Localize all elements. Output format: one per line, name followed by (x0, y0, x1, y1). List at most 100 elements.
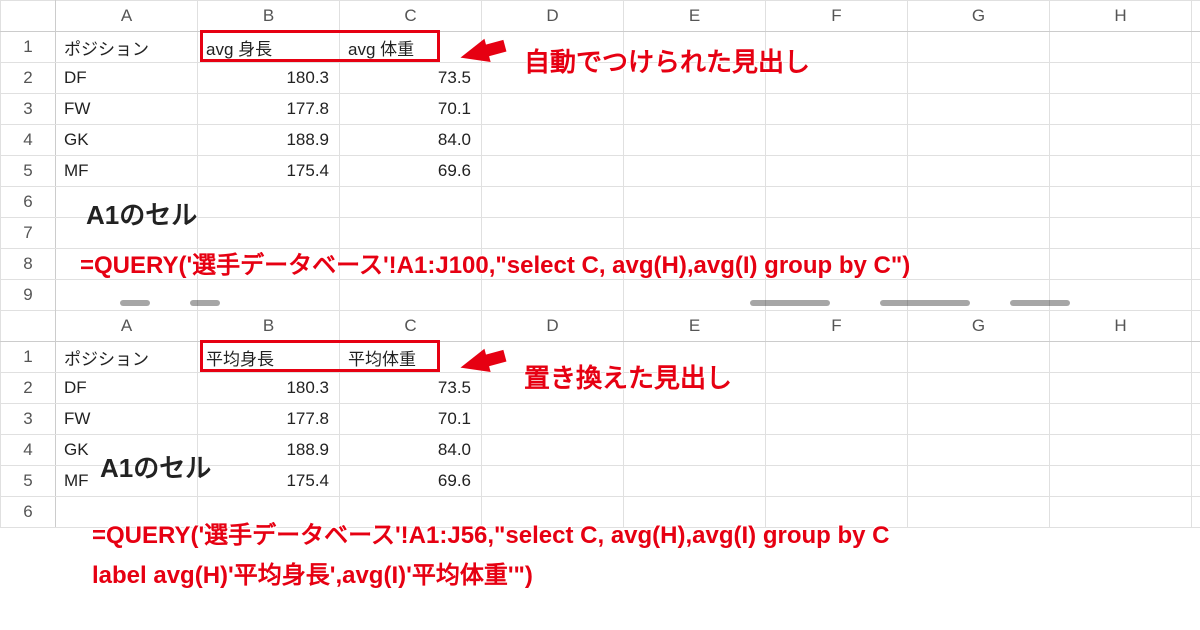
cell[interactable] (1192, 497, 1200, 528)
cell[interactable]: FW (56, 404, 198, 435)
cell[interactable]: 平均身長 (198, 342, 340, 373)
cell[interactable] (766, 404, 908, 435)
cell[interactable] (908, 94, 1050, 125)
cell[interactable] (1050, 497, 1192, 528)
cell[interactable]: 175.4 (198, 156, 340, 187)
cell[interactable] (1050, 249, 1192, 280)
cell[interactable] (624, 94, 766, 125)
cell[interactable] (482, 156, 624, 187)
row-header[interactable]: 3 (1, 404, 56, 435)
cell[interactable] (1050, 63, 1192, 94)
cell[interactable] (1192, 218, 1200, 249)
cell[interactable] (1050, 373, 1192, 404)
cell[interactable] (482, 435, 624, 466)
cell[interactable] (624, 187, 766, 218)
col-header[interactable]: A (56, 311, 198, 342)
cell[interactable]: ポジション (56, 32, 198, 63)
cell[interactable]: 180.3 (198, 63, 340, 94)
cell[interactable] (1192, 63, 1200, 94)
corner-cell[interactable] (1, 311, 56, 342)
cell[interactable] (766, 94, 908, 125)
cell[interactable] (1192, 342, 1200, 373)
cell[interactable] (1050, 187, 1192, 218)
cell[interactable]: MF (56, 156, 198, 187)
cell[interactable] (1050, 32, 1192, 63)
row-header[interactable]: 7 (1, 218, 56, 249)
cell[interactable] (908, 373, 1050, 404)
grid-bottom[interactable]: A B C D E F G H 1 ポジション 平均身長 平均体重 2 DF 1… (0, 310, 1200, 528)
cell[interactable] (908, 497, 1050, 528)
cell[interactable] (1050, 435, 1192, 466)
col-header[interactable]: D (482, 1, 624, 32)
row-header[interactable]: 6 (1, 187, 56, 218)
cell[interactable] (908, 156, 1050, 187)
cell[interactable] (1192, 466, 1200, 497)
cell[interactable] (482, 280, 624, 311)
cell[interactable] (908, 249, 1050, 280)
cell[interactable]: 69.6 (340, 466, 482, 497)
cell[interactable]: 84.0 (340, 435, 482, 466)
cell[interactable] (1192, 249, 1200, 280)
cell[interactable] (198, 187, 340, 218)
col-header[interactable]: H (1050, 1, 1192, 32)
cell[interactable]: 188.9 (198, 435, 340, 466)
row-header[interactable]: 1 (1, 32, 56, 63)
col-header[interactable]: A (56, 1, 198, 32)
cell[interactable] (482, 466, 624, 497)
cell[interactable] (1192, 280, 1200, 311)
cell[interactable]: DF (56, 373, 198, 404)
col-header[interactable]: E (624, 311, 766, 342)
col-header[interactable]: F (766, 1, 908, 32)
col-header[interactable]: F (766, 311, 908, 342)
cell[interactable] (766, 187, 908, 218)
cell[interactable]: 69.6 (340, 156, 482, 187)
row-header[interactable]: 2 (1, 373, 56, 404)
cell[interactable]: 70.1 (340, 404, 482, 435)
col-header[interactable]: H (1050, 311, 1192, 342)
cell[interactable]: 70.1 (340, 94, 482, 125)
row-header[interactable]: 8 (1, 249, 56, 280)
cell[interactable] (766, 125, 908, 156)
col-header[interactable]: D (482, 311, 624, 342)
cell[interactable] (482, 218, 624, 249)
cell[interactable]: 84.0 (340, 125, 482, 156)
cell[interactable] (1192, 404, 1200, 435)
col-header[interactable]: C (340, 311, 482, 342)
cell[interactable] (766, 342, 908, 373)
cell[interactable] (1192, 94, 1200, 125)
row-header[interactable]: 1 (1, 342, 56, 373)
row-header[interactable]: 6 (1, 497, 56, 528)
col-header[interactable] (1192, 1, 1200, 32)
row-header[interactable]: 5 (1, 156, 56, 187)
cell[interactable] (1192, 156, 1200, 187)
cell[interactable]: 73.5 (340, 63, 482, 94)
cell[interactable] (766, 373, 908, 404)
cell[interactable] (908, 404, 1050, 435)
cell[interactable]: 177.8 (198, 404, 340, 435)
cell[interactable] (908, 187, 1050, 218)
cell[interactable] (624, 435, 766, 466)
cell[interactable] (908, 342, 1050, 373)
cell[interactable]: avg 身長 (198, 32, 340, 63)
cell[interactable] (624, 218, 766, 249)
col-header[interactable]: E (624, 1, 766, 32)
cell[interactable] (624, 125, 766, 156)
col-header[interactable]: B (198, 1, 340, 32)
col-header[interactable]: B (198, 311, 340, 342)
row-header[interactable]: 9 (1, 280, 56, 311)
col-header[interactable] (1192, 311, 1200, 342)
cell[interactable]: 177.8 (198, 94, 340, 125)
cell[interactable] (766, 435, 908, 466)
cell[interactable] (908, 32, 1050, 63)
corner-cell[interactable] (1, 1, 56, 32)
cell[interactable] (1050, 94, 1192, 125)
cell[interactable] (1192, 187, 1200, 218)
cell[interactable] (1050, 342, 1192, 373)
cell[interactable] (1050, 218, 1192, 249)
cell[interactable] (1050, 156, 1192, 187)
cell[interactable] (1050, 125, 1192, 156)
row-header[interactable]: 3 (1, 94, 56, 125)
cell[interactable]: 180.3 (198, 373, 340, 404)
cell[interactable] (340, 280, 482, 311)
cell[interactable] (482, 125, 624, 156)
